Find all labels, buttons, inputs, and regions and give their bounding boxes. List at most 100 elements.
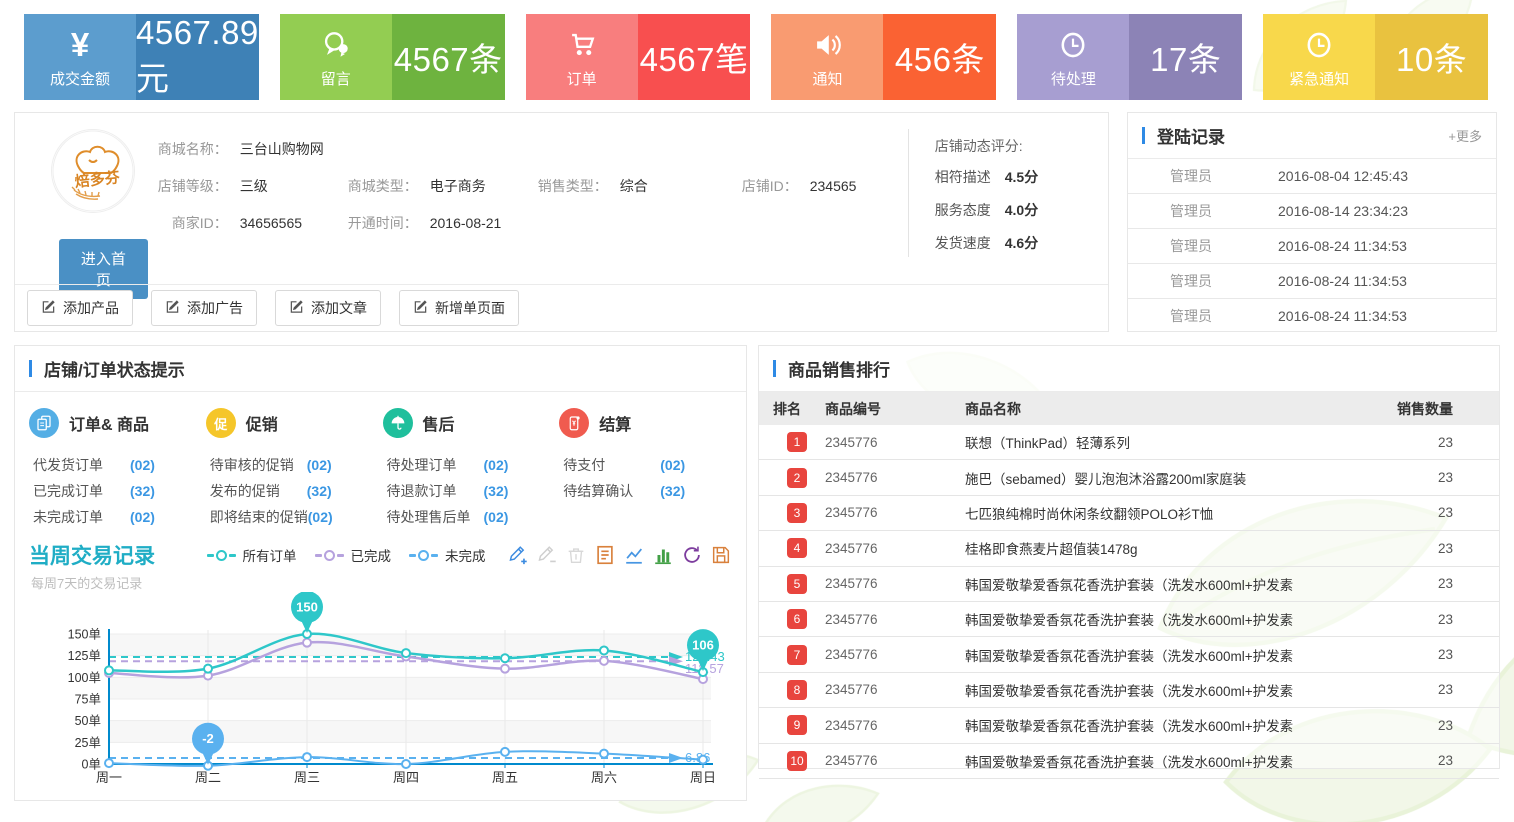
action-button-4[interactable]: 新增单页面 (399, 290, 519, 326)
status-item-count[interactable]: (02) (660, 457, 685, 473)
status-item-count[interactable]: (32) (660, 483, 685, 499)
status-header: 店铺/订单状态提示 (15, 346, 746, 392)
x-tick-周六: 周六 (591, 770, 617, 785)
status-item-label: 待处理售后单 (387, 504, 484, 530)
status-item-label: 待退款订单 (387, 478, 484, 504)
promo-badge-icon: 促 (206, 408, 236, 438)
more-link[interactable]: +更多 (1448, 126, 1482, 145)
chart-title: 当周交易记录 (29, 540, 155, 570)
ranking-column-header: 商品编号 (825, 399, 965, 419)
action-button-3[interactable]: 添加文章 (275, 290, 381, 326)
save-image-icon[interactable] (710, 544, 732, 566)
login-record-row: 管理员2016-08-24 11:34:53 (1128, 263, 1496, 298)
legend-marker-icon (216, 550, 227, 561)
rank-badge: 4 (787, 538, 807, 558)
ranking-qty-cell: 23 (1389, 753, 1499, 768)
status-item-count[interactable]: (02) (484, 509, 509, 525)
mark-clear-icon[interactable] (565, 544, 587, 566)
legend-item-所有订单[interactable]: 所有订单 (207, 545, 297, 565)
weekly-trade-chart: 123.43118.576.860单25单50单75单100单125单150单周… (29, 592, 732, 808)
status-item: 待支付(02) (563, 452, 714, 478)
ranking-row: 92345776韩国爱敬挚爱香氛花香洗护套装（洗发水600ml+护发素23 (759, 708, 1499, 743)
ranking-rank-cell: 10 (759, 751, 825, 771)
svg-text:106: 106 (692, 638, 714, 653)
stat-card-3[interactable]: 订单4567笔 (526, 14, 751, 100)
status-item-count[interactable]: (02) (130, 509, 155, 525)
stat-card-5[interactable]: 待处理17条 (1017, 14, 1242, 100)
restore-icon[interactable] (681, 544, 703, 566)
markline-remove-icon[interactable] (536, 544, 558, 566)
status-group-title: 订单& 商品 (69, 411, 149, 435)
stat-value-area: 4567.89元 (136, 14, 259, 100)
status-group-header: 售后 (383, 408, 538, 438)
shop-field: 商城类型：电子商务 (338, 176, 528, 196)
rating-value: 4.0分 (1005, 202, 1038, 218)
ranking-code-cell: 2345776 (825, 435, 965, 450)
umbrella-icon (383, 408, 413, 438)
action-button-2[interactable]: 添加广告 (151, 290, 257, 326)
x-tick-周五: 周五 (492, 770, 518, 785)
legend-dash (315, 554, 322, 557)
ranking-row: 72345776韩国爱敬挚爱香氛花香洗护套装（洗发水600ml+护发素23 (759, 637, 1499, 672)
settlement-icon (559, 408, 589, 438)
ranking-name-cell: 桂格即食燕麦片超值装1478g (965, 538, 1389, 558)
field-label: 店铺ID： (718, 176, 798, 196)
rank-badge: 7 (787, 645, 807, 665)
status-item-count[interactable]: (02) (484, 457, 509, 473)
bar-chart-icon[interactable] (652, 544, 674, 566)
stat-label: 订单 (567, 68, 597, 89)
status-item-count[interactable]: (32) (484, 483, 509, 499)
status-item-label: 发布的促销 (210, 478, 307, 504)
status-group-items: 待审核的促销(02)发布的促销(32)即将结束的促销(02) (210, 452, 361, 530)
status-item-count[interactable]: (02) (308, 509, 333, 525)
stat-card-2[interactable]: 留言4567条 (280, 14, 505, 100)
shop-field: 店铺等级：三级 (148, 176, 338, 196)
header-accent-bar (1142, 127, 1145, 144)
status-item-label: 待结算确认 (563, 478, 660, 504)
status-item-label: 未完成订单 (33, 504, 130, 530)
status-group-title: 促销 (246, 411, 278, 435)
rating-label: 服务态度 (935, 202, 991, 218)
action-button-1[interactable]: 添加产品 (27, 290, 133, 326)
chart-toolbar (507, 544, 732, 566)
stat-card-4[interactable]: 通知456条 (771, 14, 996, 100)
stat-value: 17条 (1150, 33, 1221, 81)
stat-card-6[interactable]: 紧急通知10条 (1263, 14, 1488, 100)
ranking-code-cell: 2345776 (825, 647, 965, 662)
line-chart-icon[interactable] (623, 544, 645, 566)
markline-add-icon[interactable] (507, 544, 529, 566)
data-view-icon[interactable] (594, 544, 616, 566)
status-group-header: 结算 (559, 408, 714, 438)
rating-item: 服务态度 4.0分 (935, 194, 1098, 227)
status-item: 待审核的促销(02) (210, 452, 361, 478)
status-group-header: 订单& 商品 (29, 408, 184, 438)
status-item-count[interactable]: (32) (307, 483, 332, 499)
stat-card-1[interactable]: ¥成交金额4567.89元 (24, 14, 259, 100)
shop-info-top: 焙多芬 进入首页 商城名称：三台山购物网店铺等级：三级商城类型：电子商务销售类型… (15, 113, 1108, 257)
rank-badge: 6 (787, 609, 807, 629)
status-item: 发布的促销(32) (210, 478, 361, 504)
status-group-3: 售后待处理订单(02)待退款订单(32)待处理售后单(02) (383, 408, 560, 530)
ranking-name-cell: 七匹狼纯棉时尚休闲条纹翻领POLO衫T恤 (965, 503, 1389, 523)
ranking-qty-cell: 23 (1389, 470, 1499, 485)
status-item-count[interactable]: (32) (130, 483, 155, 499)
shop-field-row: 商家ID：34656565开通时间：2016-08-21 (148, 213, 908, 233)
header-accent-bar (773, 360, 776, 377)
status-item-count[interactable]: (02) (307, 457, 332, 473)
chart-canvas: 123.43118.576.860单25单50单75单100单125单150单周… (29, 592, 735, 805)
status-item-count[interactable]: (02) (130, 457, 155, 473)
stat-card-left: 留言 (280, 14, 392, 100)
status-title: 店铺/订单状态提示 (44, 356, 185, 381)
legend-item-未完成[interactable]: 未完成 (409, 545, 486, 565)
shop-field-row: 商城名称：三台山购物网 (148, 139, 908, 159)
ranking-row: 52345776韩国爱敬挚爱香氛花香洗护套装（洗发水600ml+护发素23 (759, 567, 1499, 602)
chart-header: 当周交易记录 所有订单已完成未完成 (29, 540, 732, 570)
rank-badge: 1 (787, 432, 807, 452)
ranking-rank-cell: 7 (759, 645, 825, 665)
svg-text:75单: 75单 (75, 693, 101, 707)
ranking-column-header: 销售数量 (1389, 399, 1499, 419)
stat-value: 456条 (895, 33, 985, 81)
ranking-rank-cell: 6 (759, 609, 825, 629)
legend-item-已完成[interactable]: 已完成 (315, 545, 392, 565)
login-time: 2016-08-04 12:45:43 (1278, 168, 1408, 184)
